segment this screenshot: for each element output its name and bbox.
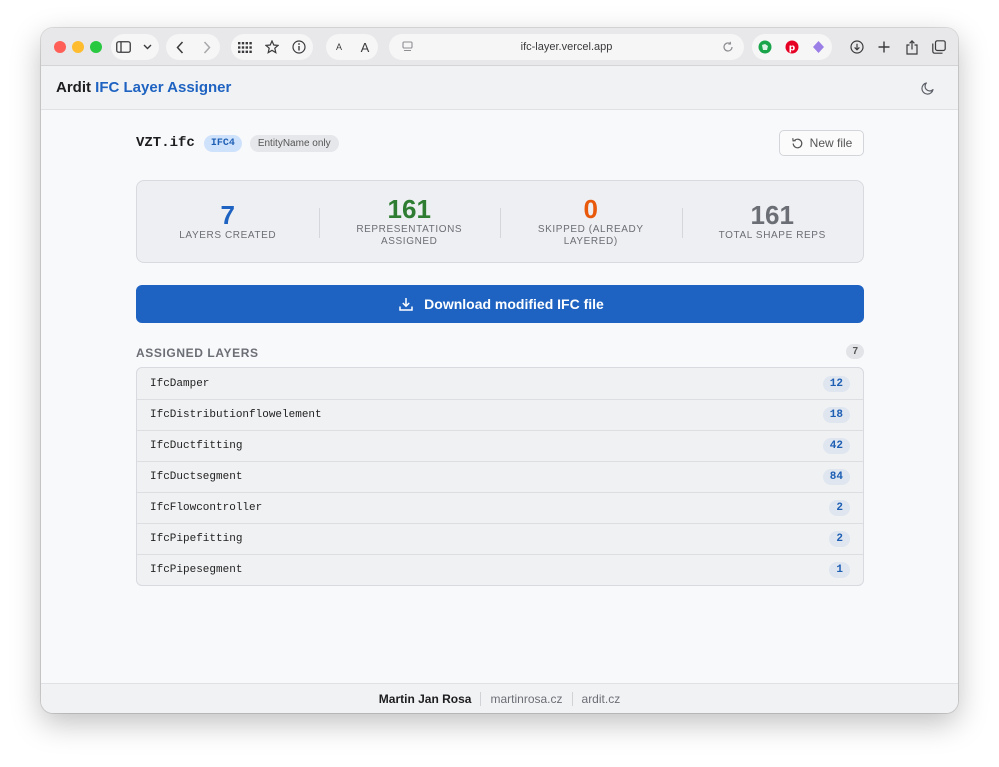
- list-item: IfcPipefitting 2: [137, 523, 863, 554]
- app-header: Ardit IFC Layer Assigner: [41, 66, 958, 110]
- list-item: IfcDamper 12: [137, 368, 863, 399]
- stat-skipped: 0 SKIPPED (ALREADY LAYERED): [500, 181, 682, 262]
- browser-window: A A ifc-layer.vercel.app p Ardit IFC Lay…: [41, 28, 958, 713]
- download-label: Download modified IFC file: [424, 296, 604, 312]
- extensions-group: p: [752, 34, 832, 60]
- sidebar-toggle[interactable]: [111, 34, 159, 60]
- forward-icon[interactable]: [197, 37, 217, 57]
- history-nav: [166, 34, 220, 60]
- toolbar-group: [231, 34, 313, 60]
- app-title: IFC Layer Assigner: [95, 79, 232, 96]
- close-window-button[interactable]: [54, 41, 66, 53]
- list-item: IfcPipesegment 1: [137, 554, 863, 585]
- download-button[interactable]: Download modified IFC file: [136, 285, 864, 323]
- back-icon[interactable]: [170, 37, 190, 57]
- layer-count: 84: [822, 469, 850, 485]
- zoom-window-button[interactable]: [90, 41, 102, 53]
- address-bar[interactable]: ifc-layer.vercel.app: [389, 34, 744, 60]
- grid-icon[interactable]: [235, 37, 255, 57]
- list-item: IfcDuctfitting 42: [137, 430, 863, 461]
- layer-name: IfcPipefitting: [150, 533, 243, 545]
- layer-name: IfcDuctsegment: [150, 471, 243, 483]
- stat-label: REPRESENTATIONS ASSIGNED: [356, 223, 463, 247]
- new-file-label: New file: [809, 136, 853, 150]
- stat-label: TOTAL SHAPE REPS: [718, 229, 826, 241]
- text-size-larger-button[interactable]: A: [355, 37, 375, 57]
- layers-header: ASSIGNED LAYERS 7: [136, 344, 864, 360]
- sidebar-icon: [113, 37, 133, 57]
- plus-icon[interactable]: [874, 37, 894, 57]
- window-actions: [843, 34, 953, 60]
- stat-value: 0: [583, 193, 598, 224]
- footer-author: Martin Jan Rosa: [378, 691, 472, 706]
- pinterest-icon[interactable]: p: [782, 37, 802, 57]
- stat-value: 161: [387, 193, 431, 224]
- stat-representations-assigned: 161 REPRESENTATIONS ASSIGNED: [318, 181, 501, 262]
- chevron-down-icon[interactable]: [137, 37, 157, 57]
- text-size-controls: A A: [326, 34, 378, 60]
- list-item: IfcDistributionflowelement 18: [137, 399, 863, 430]
- layer-name: IfcDuctfitting: [150, 440, 243, 452]
- download-tray-icon: [396, 294, 416, 314]
- layer-count: 18: [822, 407, 850, 423]
- layer-name: IfcPipesegment: [150, 564, 243, 576]
- extension-icon[interactable]: [809, 37, 829, 57]
- footer-divider: [480, 691, 482, 706]
- star-icon[interactable]: [262, 37, 282, 57]
- brand-name: Ardit: [56, 79, 91, 96]
- moon-icon[interactable]: [918, 78, 938, 98]
- layer-name: IfcDistributionflowelement: [150, 409, 322, 421]
- evernote-icon[interactable]: [755, 37, 775, 57]
- download-icon[interactable]: [847, 37, 867, 57]
- stat-label: LAYERS CREATED: [179, 229, 277, 241]
- reload-icon[interactable]: [718, 37, 738, 57]
- mode-badge: EntityName only: [249, 134, 339, 152]
- layer-count: 42: [822, 438, 850, 454]
- page-icon: [397, 37, 417, 57]
- footer-link-martinrosa[interactable]: martinrosa.cz: [490, 692, 562, 706]
- layers-list: IfcDamper 12 IfcDistributionflowelement …: [136, 367, 864, 586]
- layer-count: 2: [829, 531, 850, 547]
- stat-value: 161: [750, 199, 794, 230]
- stat-layers-created: 7 LAYERS CREATED: [137, 181, 319, 262]
- stat-value: 7: [220, 199, 235, 230]
- file-name: VZT.ifc: [136, 135, 195, 151]
- tabs-icon[interactable]: [929, 37, 949, 57]
- file-info-row: VZT.ifc IFC4 EntityName only New file: [136, 130, 864, 156]
- text-size-smaller-button[interactable]: A: [329, 37, 349, 57]
- new-file-button[interactable]: New file: [779, 130, 864, 156]
- list-item: IfcDuctsegment 84: [137, 461, 863, 492]
- stats-panel: 7 LAYERS CREATED 161 REPRESENTATIONS ASS…: [136, 180, 864, 263]
- stat-label: SKIPPED (ALREADY LAYERED): [537, 223, 644, 247]
- page-footer: Martin Jan Rosa martinrosa.cz ardit.cz: [41, 683, 958, 713]
- share-icon[interactable]: [902, 37, 922, 57]
- reset-icon: [791, 136, 805, 150]
- info-icon[interactable]: [289, 37, 309, 57]
- layer-name: IfcFlowcontroller: [150, 502, 263, 514]
- layer-count: 2: [829, 500, 850, 516]
- layer-name: IfcDamper: [150, 377, 210, 390]
- layers-count-badge: 7: [846, 344, 864, 359]
- svg-text:p: p: [789, 44, 796, 54]
- schema-badge: IFC4: [203, 134, 242, 152]
- layer-count: 12: [822, 375, 850, 392]
- browser-toolbar: A A ifc-layer.vercel.app p: [41, 28, 958, 66]
- stat-total-shape-reps: 161 TOTAL SHAPE REPS: [681, 181, 864, 262]
- app-brand[interactable]: Ardit IFC Layer Assigner: [56, 79, 231, 96]
- layers-title: ASSIGNED LAYERS: [136, 346, 259, 360]
- minimize-window-button[interactable]: [72, 41, 84, 53]
- list-item: IfcFlowcontroller 2: [137, 492, 863, 523]
- layer-count: 1: [829, 562, 850, 578]
- footer-divider: [571, 691, 573, 706]
- url-text[interactable]: ifc-layer.vercel.app: [521, 41, 613, 53]
- footer-link-ardit[interactable]: ardit.cz: [582, 692, 621, 706]
